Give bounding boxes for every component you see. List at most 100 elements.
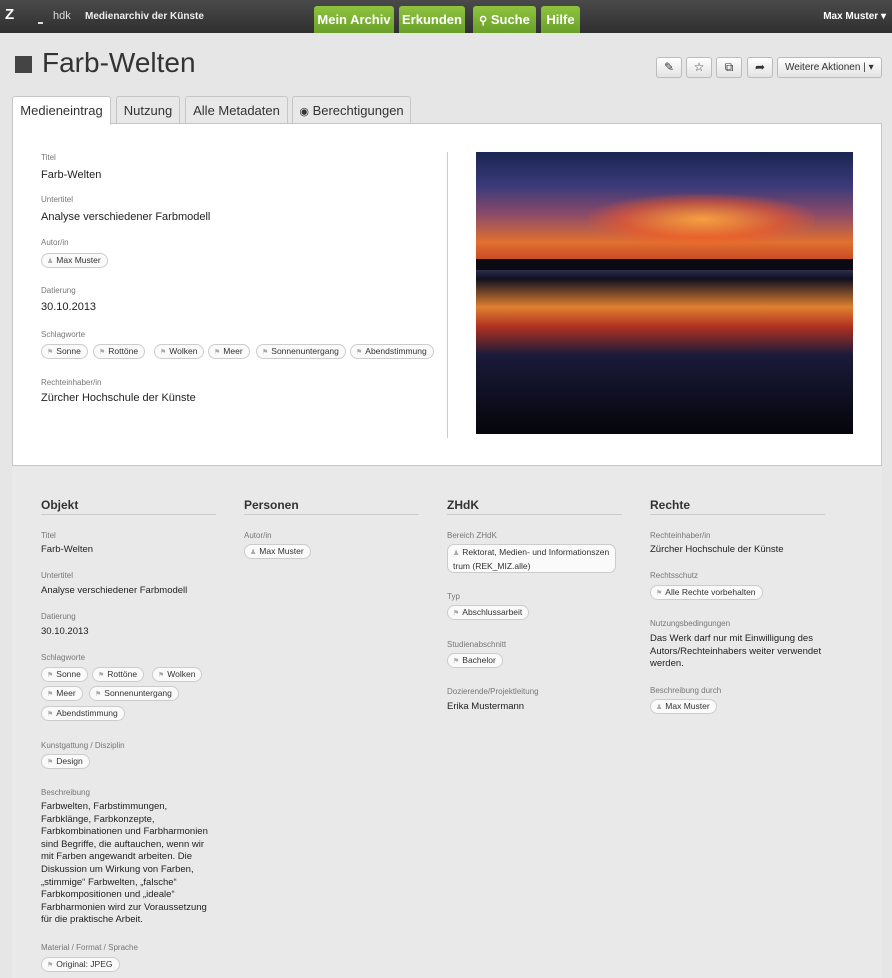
share-icon: ➦ (754, 60, 766, 74)
zhdk-area-tag[interactable]: ♟ Rektorat, Medien- und Informationszen t… (447, 544, 617, 573)
tag-icon: ⚑ (453, 658, 460, 665)
keyword-tag[interactable]: ⚑ Abendstimmung (350, 344, 434, 359)
objekt-date-label: Datierung (41, 612, 76, 621)
tab-berechtigungen[interactable]: ◉ Berechtigungen (292, 96, 411, 124)
genre-tag[interactable]: ⚑ Design (41, 754, 90, 769)
tag-icon: ⚑ (47, 962, 54, 969)
keyword-tag[interactable]: ⚑ Rottöne (92, 667, 145, 682)
more-actions-button[interactable]: Weitere Aktionen | ▾ (777, 57, 882, 78)
tab-medieneintrag[interactable]: Medieneintrag (12, 96, 111, 125)
tab-berechtigungen-label: Berechtigungen (312, 103, 404, 118)
logo-text[interactable]: hdk (53, 10, 71, 22)
keyword-tag[interactable]: ⚑ Sonne (41, 344, 88, 359)
nav-hilfe[interactable]: Hilfe (541, 6, 580, 33)
tag-icon: ⚑ (356, 349, 363, 356)
media-preview-image[interactable] (476, 152, 853, 434)
tab-alle-metadaten[interactable]: Alle Metadaten (185, 96, 288, 124)
tag-icon: ⚑ (47, 759, 54, 766)
keyword-tag[interactable]: ⚑ Meer (208, 344, 250, 359)
share-button[interactable]: ➦ (747, 57, 773, 78)
nav-suche[interactable]: ⚲ Suche (473, 6, 536, 33)
tab-nutzung[interactable]: Nutzung (116, 96, 180, 124)
person-icon: ♟ (656, 704, 663, 711)
keyword-tag[interactable]: ⚑ Meer (41, 686, 83, 701)
objekt-date-value: 30.10.2013 (41, 626, 89, 637)
globe-icon: ◉ (299, 106, 309, 118)
zhdk-logo[interactable]: Z (5, 6, 14, 23)
tag-icon: ⚑ (656, 590, 663, 597)
metadata-summary: Objekt Titel Farb-Welten Untertitel Anal… (12, 466, 882, 978)
genre-tag-label: Design (56, 756, 83, 766)
favorite-button[interactable]: ☆ (686, 57, 712, 78)
genre-label: Kunstgattung / Disziplin (41, 741, 125, 750)
objekt-title-value: Farb-Welten (41, 544, 94, 555)
rechte-protection-tag[interactable]: ⚑ Alle Rechte vorbehalten (650, 585, 763, 600)
description-text: Farbwelten, Farbstimmungen, Farbklänge, … (41, 801, 208, 926)
zhdk-stage-label: Studienabschnitt (447, 640, 507, 649)
nav-mein-archiv[interactable]: Mein Archiv (314, 6, 394, 33)
keyword-tag[interactable]: ⚑ Sonnenuntergang (89, 686, 179, 701)
zhdk-type-tag[interactable]: ⚑ Abschlussarbeit (447, 605, 530, 620)
tag-icon: ⚑ (47, 691, 54, 698)
tag-icon: ⚑ (47, 711, 54, 718)
objekt-subtitle-value: Analyse verschiedener Farbmodell (41, 585, 188, 596)
author-label: Autor/in (41, 238, 69, 247)
tag-icon: ⚑ (214, 349, 221, 356)
keyword-tag[interactable]: ⚑ Wolken (152, 667, 203, 682)
keyword-label: Abendstimmung (365, 346, 427, 356)
rechte-protection-tag-label: Alle Rechte vorbehalten (665, 587, 756, 597)
rechte-holder-value: Zürcher Hochschule der Künste (650, 544, 784, 555)
title-value: Farb-Welten (41, 169, 102, 181)
keyword-tag[interactable]: ⚑ Rottöne (93, 344, 146, 359)
rechte-terms-label: Nutzungsbedingungen (650, 619, 731, 628)
zhdk-type-label: Typ (447, 592, 460, 601)
tag-icon: ⚑ (99, 349, 106, 356)
person-icon: ♟ (250, 549, 257, 556)
app-name[interactable]: Medienarchiv der Künste (85, 11, 204, 22)
keyword-tag[interactable]: ⚑ Abendstimmung (41, 706, 125, 721)
add-to-set-button[interactable]: ⧉ (716, 57, 742, 78)
rechte-described-by-label: Beschreibung durch (650, 686, 722, 695)
zhdk-lecturer-value: Erika Mustermann (447, 701, 525, 712)
zhdk-area-label: Bereich ZHdK (447, 531, 497, 540)
keyword-label: Rottöne (108, 346, 139, 356)
nav-erkunden[interactable]: Erkunden (399, 6, 465, 33)
person-icon: ♟ (453, 550, 460, 557)
objekt-subtitle-label: Untertitel (41, 571, 74, 580)
nav-suche-label: Suche (490, 12, 530, 27)
author-tag-label: Max Muster (56, 255, 101, 265)
tag-icon: ⚑ (453, 610, 460, 617)
keyword-tag[interactable]: ⚑ Sonne (41, 667, 88, 682)
keyword-label: Rottöne (107, 669, 138, 679)
media-entry-panel: Titel Farb-Welten Untertitel Analyse ver… (12, 123, 882, 466)
person-icon: ♟ (47, 258, 54, 265)
zhdk-area-line2: trum (REK_MIZ.alle) (453, 561, 531, 571)
author-tag[interactable]: ♟ Max Muster (244, 544, 311, 559)
search-icon: ⚲ (479, 15, 488, 27)
keyword-label: Meer (223, 346, 243, 356)
format-tag[interactable]: ⚑ Original: JPEG (41, 957, 120, 972)
title-label: Titel (41, 153, 56, 162)
description-label: Beschreibung (41, 788, 90, 797)
tag-icon: ⚑ (158, 672, 165, 679)
date-value: 30.10.2013 (41, 301, 97, 313)
user-menu[interactable]: Max Muster ▾ (823, 11, 886, 22)
zhdk-stage-tag[interactable]: ⚑ Bachelor (447, 653, 503, 668)
logo-bar-icon (38, 4, 43, 24)
tag-icon: ⚑ (47, 349, 54, 356)
keyword-tag[interactable]: ⚑ Sonnenuntergang (256, 344, 346, 359)
zhdk-stage-tag-label: Bachelor (462, 655, 496, 665)
edit-button[interactable]: ✎ (656, 57, 682, 78)
keyword-label: Sonne (56, 669, 81, 679)
rechte-described-by-tag[interactable]: ♟ Max Muster (650, 699, 717, 714)
section-title-personen: Personen (244, 498, 299, 512)
section-title-zhdk: ZHdK (447, 498, 479, 512)
keyword-label: Wolken (169, 346, 198, 356)
author-tag-label: Max Muster (259, 546, 304, 556)
author-tag[interactable]: ♟ Max Muster (41, 253, 108, 268)
keyword-label: Abendstimmung (56, 708, 118, 718)
keyword-tag[interactable]: ⚑ Wolken (154, 344, 205, 359)
zhdk-lecturer-label: Dozierende/Projektleitung (447, 687, 539, 696)
format-tag-label: Original: JPEG (56, 959, 113, 969)
pencil-icon: ✎ (663, 60, 675, 74)
